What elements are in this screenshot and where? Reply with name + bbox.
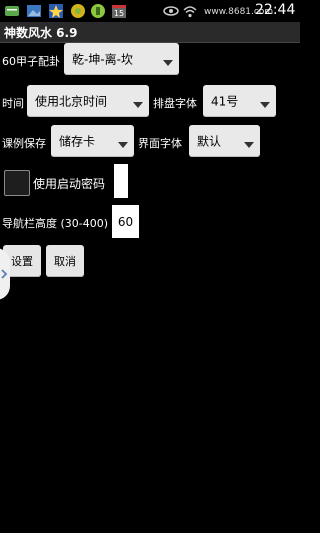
password-label: 使用启动密码 xyxy=(33,177,106,191)
password-input[interactable] xyxy=(114,164,128,198)
app-icon xyxy=(90,3,106,19)
wifi-icon xyxy=(182,3,198,19)
jiazi-spinner[interactable]: 乾-坤-离-坎 xyxy=(64,43,179,75)
ui-font-label: 界面字体 xyxy=(138,137,182,150)
chevron-down-icon xyxy=(133,102,143,108)
chevron-down-icon xyxy=(244,142,254,148)
chevron-down-icon xyxy=(260,102,270,108)
lesson-save-value: 储存卡 xyxy=(59,134,96,149)
chevron-right-icon xyxy=(1,269,8,279)
svg-text:15: 15 xyxy=(114,9,124,18)
lesson-save-label: 课例保存 xyxy=(2,137,46,150)
jiazi-value: 乾-坤-离-坎 xyxy=(72,52,133,67)
password-checkbox[interactable] xyxy=(4,170,30,196)
message-icon xyxy=(4,3,20,19)
chart-font-spinner[interactable]: 41号 xyxy=(203,85,276,117)
time-label: 时间 xyxy=(2,97,24,110)
calendar-icon: 15 xyxy=(111,3,127,19)
app-title: 神数风水 6.9 xyxy=(4,26,78,40)
time-spinner[interactable]: 使用北京时间 xyxy=(27,85,149,117)
app-title-bar: 神数风水 6.9 xyxy=(0,22,300,43)
nav-height-input[interactable]: 60 xyxy=(112,205,139,238)
chevron-down-icon xyxy=(163,60,173,66)
ui-font-spinner[interactable]: 默认 xyxy=(189,125,260,157)
app-icon xyxy=(70,3,86,19)
nav-height-label: 导航栏高度 (30-400) xyxy=(2,217,109,230)
chevron-down-icon xyxy=(118,142,128,148)
clock: 22:44 xyxy=(255,2,296,18)
gallery-icon xyxy=(26,3,42,19)
chart-font-value: 41号 xyxy=(211,94,239,109)
cancel-button[interactable]: 取消 xyxy=(46,245,84,277)
side-drawer-handle[interactable] xyxy=(0,248,10,300)
jiazi-label: 60甲子配卦 xyxy=(2,55,60,68)
status-bar: 15 www.8681.com 22:44 xyxy=(0,0,300,22)
chart-font-label: 排盘字体 xyxy=(153,97,197,110)
lesson-save-spinner[interactable]: 储存卡 xyxy=(51,125,134,157)
time-value: 使用北京时间 xyxy=(35,94,108,109)
eye-icon xyxy=(163,3,179,19)
star-icon xyxy=(48,3,64,19)
ui-font-value: 默认 xyxy=(197,134,222,149)
